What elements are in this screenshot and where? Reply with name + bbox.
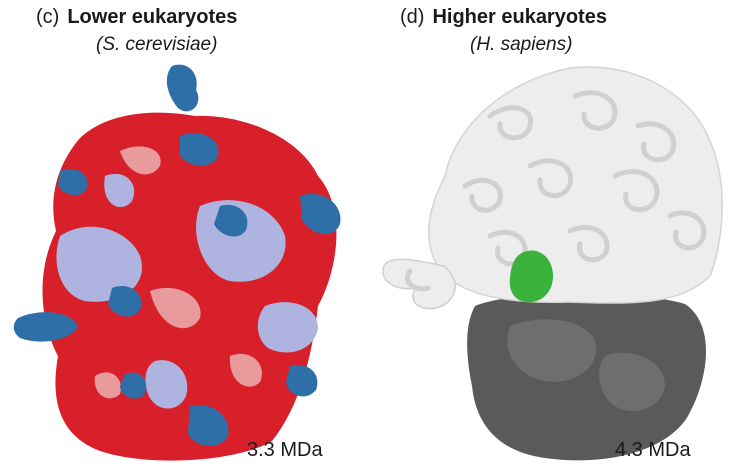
panel-title: Lower eukaryotes	[67, 6, 238, 28]
panel-heading: (d) Higher eukaryotes	[400, 6, 607, 29]
mass-label: 3.3 MDa	[247, 439, 323, 461]
panel-title: Higher eukaryotes	[432, 6, 607, 28]
panel-tag: (c)	[36, 6, 60, 28]
panel-heading: (c) Lower eukaryotes	[36, 6, 237, 29]
panel-tag: (d)	[400, 6, 425, 28]
panel-higher-eukaryotes: (d) Higher eukaryotes (H. sapiens) 4.3 MD…	[370, 0, 735, 472]
yeast-ribosome-illustration	[13, 64, 341, 461]
species-label: (S. cerevisiae)	[96, 34, 218, 55]
panel-lower-eukaryotes: (c) Lower eukaryotes (S. cerevisiae) 3.3 …	[0, 0, 370, 472]
species-label: (H. sapiens)	[470, 34, 573, 55]
mass-label: 4.3 MDa	[615, 439, 691, 461]
human-ribosome-illustration	[382, 66, 723, 461]
